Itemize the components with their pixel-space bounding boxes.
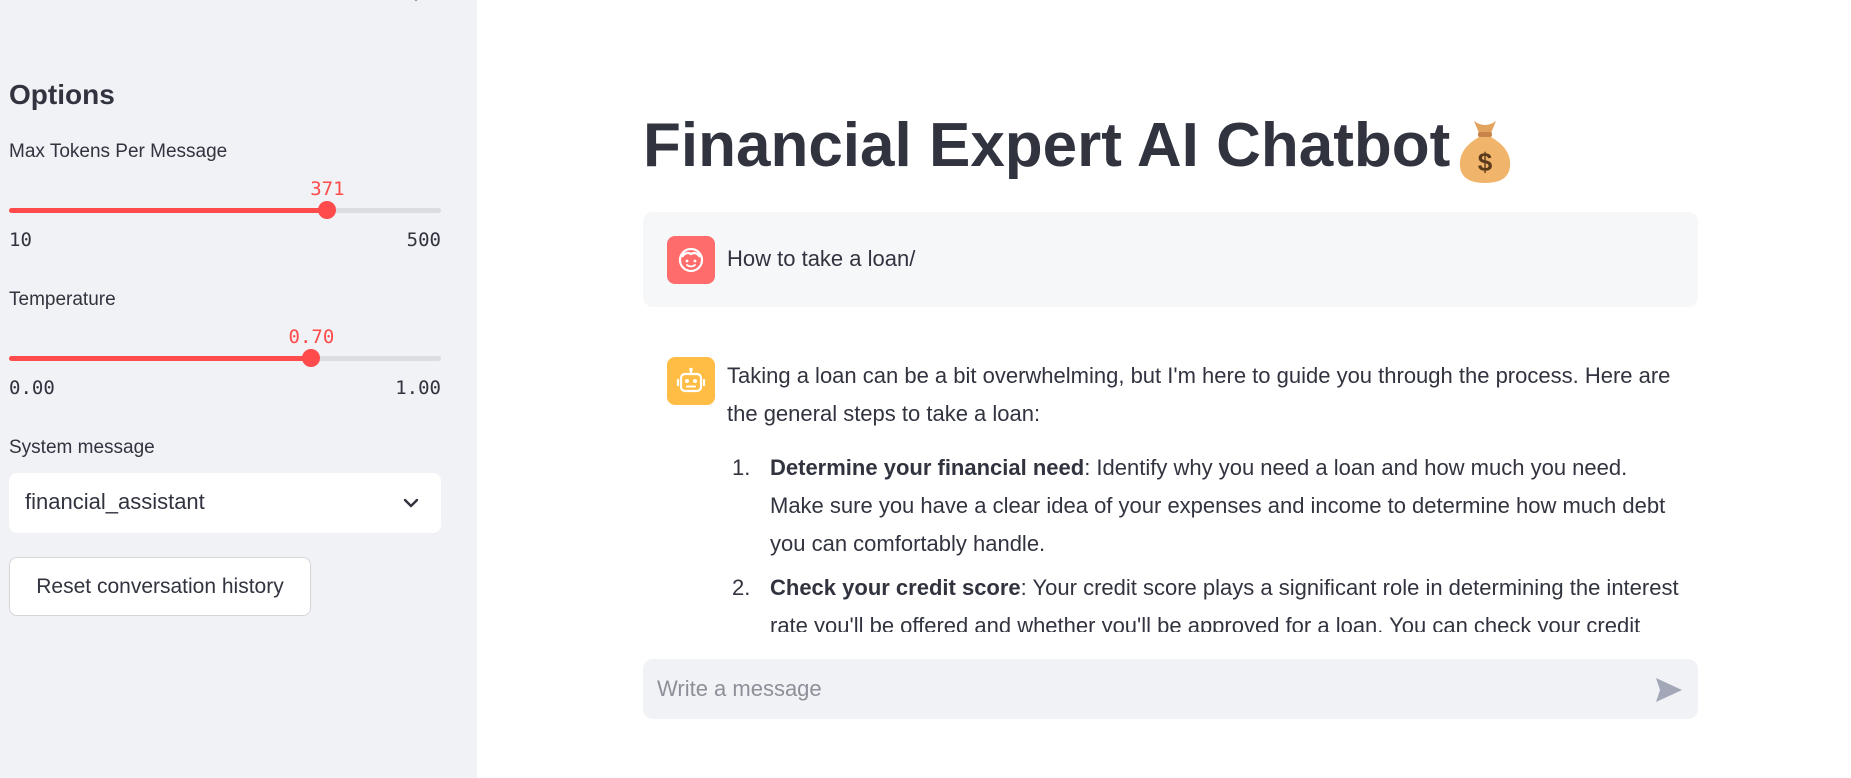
temperature-slider[interactable]: 0.70 (9, 306, 441, 376)
robot-icon (667, 357, 715, 405)
assistant-message: Taking a loan can be a bit overwhelming,… (727, 357, 1687, 632)
user-message: How to take a loan/ (643, 212, 1698, 307)
slider-max: 500 (406, 229, 441, 251)
reset-conversation-button[interactable]: Reset conversation history (9, 557, 311, 616)
system-message-select[interactable]: financial_assistant (9, 473, 441, 533)
options-heading: Options (9, 79, 115, 110)
slider-value: 371 (310, 178, 345, 200)
slider-min: 0.00 (9, 377, 55, 399)
money-bag-icon: $ (1456, 115, 1514, 185)
chat-history: How to take a loan/ Taking a loan can be… (643, 212, 1698, 632)
list-item: 2. Check your credit score: Your credit s… (727, 569, 1687, 632)
page-title: Financial Expert AI Chatbot (643, 111, 1451, 180)
message-input[interactable] (657, 659, 1617, 719)
user-face-icon (667, 236, 715, 284)
svg-text:$: $ (1478, 147, 1493, 177)
slider-fill (9, 356, 312, 361)
sidebar: Options Max Tokens Per Message 371 10 50… (0, 0, 477, 778)
list-item: 1. Determine your financial need: Identif… (727, 449, 1687, 563)
steps-list: 1. Determine your financial need: Identif… (727, 449, 1687, 632)
list-number: 1. (732, 455, 751, 480)
assistant-intro: Taking a loan can be a bit overwhelming,… (727, 363, 1671, 426)
select-value: financial_assistant (25, 489, 205, 514)
slider-max: 1.00 (395, 377, 441, 399)
system-message-label: System message (9, 437, 155, 458)
slider-fill (9, 208, 328, 213)
slider-value: 0.70 (288, 326, 335, 348)
chevron-down-icon[interactable] (401, 493, 421, 513)
max-tokens-slider[interactable]: 371 (9, 158, 441, 228)
send-icon[interactable] (1654, 676, 1684, 704)
list-number: 2. (732, 575, 751, 600)
step-title: Determine your financial need (770, 455, 1085, 480)
chevron-down-icon[interactable] (409, 0, 423, 6)
chat-input-bar (643, 659, 1698, 719)
slider-min: 10 (9, 229, 32, 251)
slider-thumb[interactable] (318, 201, 337, 219)
slider-thumb[interactable] (302, 349, 321, 367)
user-message-text: How to take a loan/ (727, 246, 916, 271)
step-title: Check your credit score (770, 575, 1021, 600)
